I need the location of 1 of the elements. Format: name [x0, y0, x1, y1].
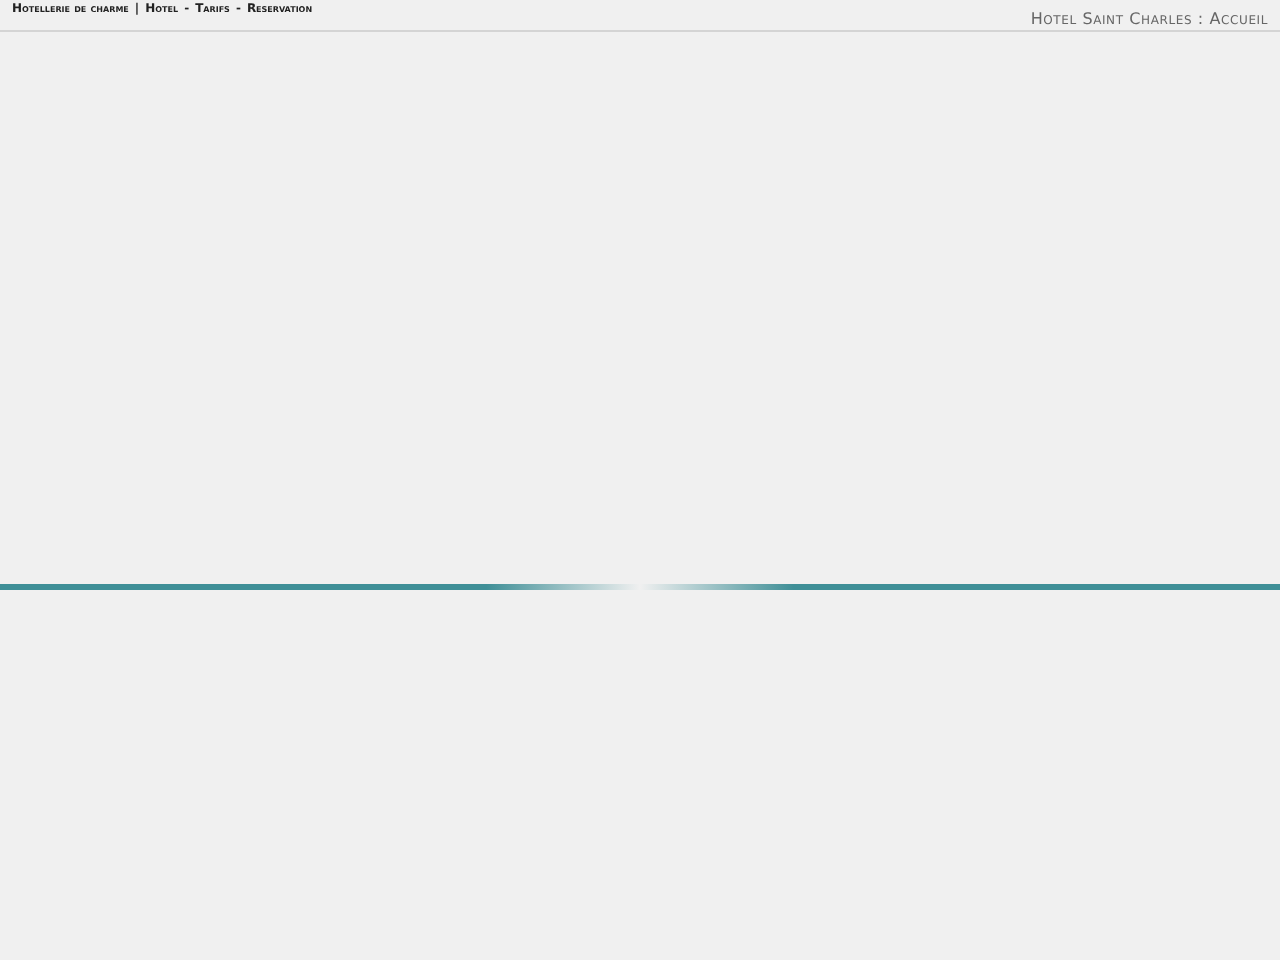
page-title: Hotel Saint Charles : Accueil — [1030, 10, 1268, 28]
